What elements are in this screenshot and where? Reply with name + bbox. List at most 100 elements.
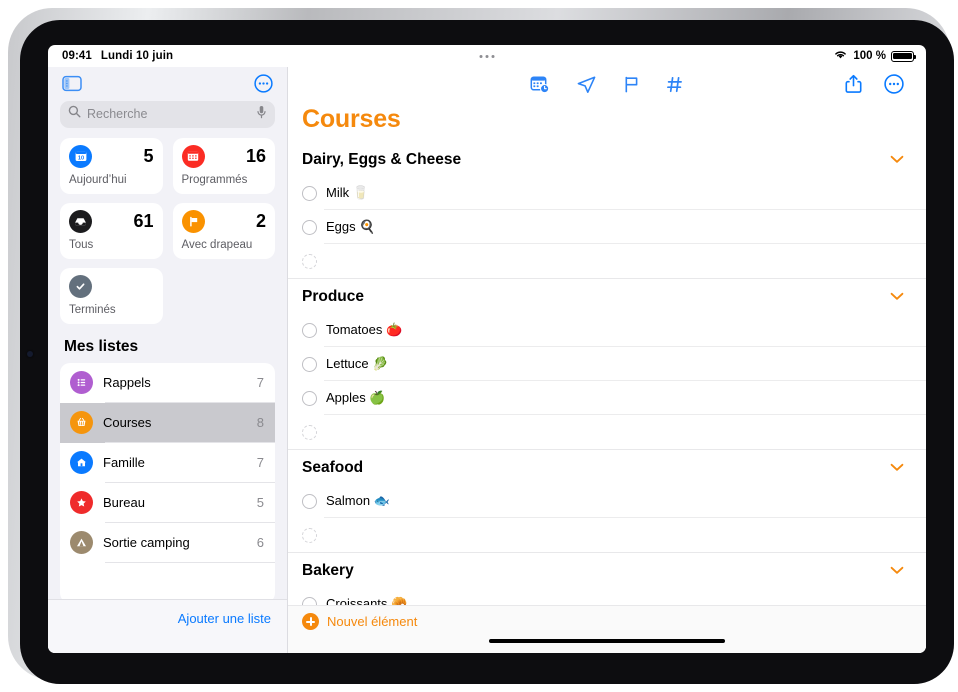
dot — [479, 54, 483, 58]
battery-full-icon — [891, 50, 917, 62]
checkbox-circle[interactable] — [302, 322, 317, 338]
sidebar-item-label: Famille — [103, 455, 145, 470]
status-bar-right: 100 % — [833, 49, 917, 63]
reminder-item-empty[interactable] — [288, 244, 926, 278]
smart-card-label: Programmés — [181, 173, 248, 186]
checkbox-circle[interactable] — [302, 185, 317, 201]
checkbox-circle[interactable] — [302, 390, 317, 406]
sidebar-item-courses[interactable]: Courses 8 — [60, 402, 275, 443]
smart-card-scheduled[interactable]: 16 Programmés — [172, 137, 275, 194]
calendar-scheduled-icon — [181, 144, 205, 168]
location-arrow-icon[interactable] — [576, 75, 597, 94]
search-box[interactable] — [60, 100, 275, 128]
toolbar-center-group — [530, 75, 684, 94]
my-lists-heading: Mes listes — [64, 337, 139, 355]
dot — [491, 54, 495, 58]
checkbox-circle[interactable] — [302, 527, 317, 543]
reminder-item[interactable]: Milk 🥛 — [288, 176, 926, 210]
reminder-item-empty[interactable] — [288, 415, 926, 449]
dot — [485, 54, 489, 58]
hashtag-icon[interactable] — [666, 75, 684, 94]
sidebar-toggle-icon[interactable] — [62, 75, 82, 92]
sidebar-item-bureau[interactable]: Bureau 5 — [60, 483, 275, 523]
sidebar-item-label: Bureau — [103, 495, 145, 510]
sidebar-item-famille[interactable]: Famille 7 — [60, 443, 275, 483]
share-icon[interactable] — [845, 74, 862, 94]
status-bar-left: 09:41 Lundi 10 juin — [62, 50, 173, 62]
microphone-icon[interactable] — [256, 105, 267, 124]
checkbox-circle[interactable] — [302, 219, 317, 235]
user-lists-card: Rappels 7 Courses 8 Famille 7 Bureau 5 S… — [60, 362, 275, 600]
sidebar-item-sortie-camping[interactable]: Sortie camping 6 — [60, 523, 275, 563]
chevron-down-icon[interactable] — [890, 459, 904, 477]
house-icon — [70, 451, 93, 474]
check-circle-icon — [69, 274, 92, 298]
smart-card-all[interactable]: 61 Tous — [60, 202, 163, 259]
add-list-button[interactable]: Ajouter une liste — [178, 611, 271, 626]
smart-card-count: 16 — [245, 146, 266, 166]
sidebar-item-count: 6 — [256, 535, 264, 550]
checkbox-circle[interactable] — [302, 493, 317, 509]
reminder-item[interactable]: Tomatoes 🍅 — [288, 313, 926, 347]
reminder-item-empty[interactable] — [288, 518, 926, 552]
home-indicator-area — [288, 637, 926, 653]
wifi-icon — [833, 49, 848, 63]
search-input[interactable] — [87, 107, 250, 121]
smart-card-label: Aujourd’hui — [69, 173, 127, 186]
reminder-item[interactable]: Apples 🍏 — [288, 381, 926, 415]
reminder-text: Eggs 🍳 — [326, 219, 376, 234]
main-content: Courses Dairy, Eggs & Cheese Milk 🥛 Eggs… — [288, 67, 926, 653]
svg-text:10: 10 — [77, 155, 83, 161]
ellipsis-circle-icon[interactable] — [884, 74, 904, 94]
new-item-bar[interactable]: Nouvel élément — [288, 605, 926, 637]
reminder-item[interactable]: Eggs 🍳 — [288, 210, 926, 244]
sidebar-item-count: 5 — [256, 495, 264, 510]
plus-circle-icon[interactable] — [302, 613, 319, 630]
calendar-today-icon: 10 — [69, 144, 92, 168]
section-title: Produce — [302, 288, 365, 305]
reminder-text: Tomatoes 🍅 — [326, 322, 403, 337]
list-bullet-icon — [70, 371, 93, 394]
sidebar-item-rappels[interactable]: Rappels 7 — [60, 363, 275, 403]
star-icon — [70, 491, 93, 514]
smart-card-label: Tous — [69, 238, 94, 251]
calendar-clock-icon[interactable] — [530, 75, 550, 94]
smart-card-completed[interactable]: Terminés — [60, 267, 163, 324]
reminder-item[interactable]: Salmon 🐟 — [288, 484, 926, 518]
tent-icon — [70, 531, 93, 554]
sidebar-top-bar — [48, 67, 287, 101]
section-header-seafood: Seafood — [288, 450, 926, 484]
checkbox-circle[interactable] — [302, 596, 317, 605]
reminder-item[interactable]: Lettuce 🥬 — [288, 347, 926, 381]
device-frame: 09:41 Lundi 10 juin 100 % Recherche 10 5… — [8, 8, 954, 684]
reminder-text: Lettuce 🥬 — [326, 356, 389, 371]
reminders-list[interactable]: Dairy, Eggs & Cheese Milk 🥛 Eggs 🍳 Produ… — [288, 142, 926, 605]
checkbox-circle[interactable] — [302, 253, 317, 269]
ellipsis-circle-icon[interactable] — [254, 74, 273, 93]
smart-card-count: 2 — [255, 211, 266, 231]
checkbox-circle[interactable] — [302, 424, 317, 440]
multitasking-dots[interactable] — [479, 54, 495, 58]
home-indicator[interactable] — [489, 639, 725, 643]
smart-card-flagged[interactable]: 2 Avec drapeau — [172, 202, 275, 259]
reminder-text: Milk 🥛 — [326, 185, 369, 200]
battery-percent-label: 100 % — [853, 50, 886, 62]
reminder-text: Croissants 🥐 — [326, 596, 408, 605]
flag-icon — [181, 209, 205, 233]
reminder-item[interactable]: Croissants 🥐 — [288, 587, 926, 605]
smart-card-today[interactable]: 10 5 Aujourd’hui — [60, 137, 163, 194]
lists-scroll-area[interactable]: Rappels 7 Courses 8 Famille 7 Bureau 5 S… — [48, 362, 287, 600]
section-header-produce: Produce — [288, 279, 926, 313]
search-container — [48, 100, 287, 138]
chevron-down-icon[interactable] — [890, 562, 904, 580]
smart-card-label: Avec drapeau — [181, 238, 253, 251]
app-body: 10 5 Aujourd’hui — [48, 67, 926, 653]
sidebar-item-partial[interactable] — [60, 563, 275, 600]
checkbox-circle[interactable] — [302, 356, 317, 372]
chevron-down-icon[interactable] — [890, 288, 904, 306]
flag-outline-icon[interactable] — [623, 75, 640, 94]
status-bar: 09:41 Lundi 10 juin 100 % — [48, 45, 926, 67]
reminder-text: Salmon 🐟 — [326, 493, 390, 508]
chevron-down-icon[interactable] — [890, 151, 904, 169]
status-date: Lundi 10 juin — [100, 50, 174, 62]
